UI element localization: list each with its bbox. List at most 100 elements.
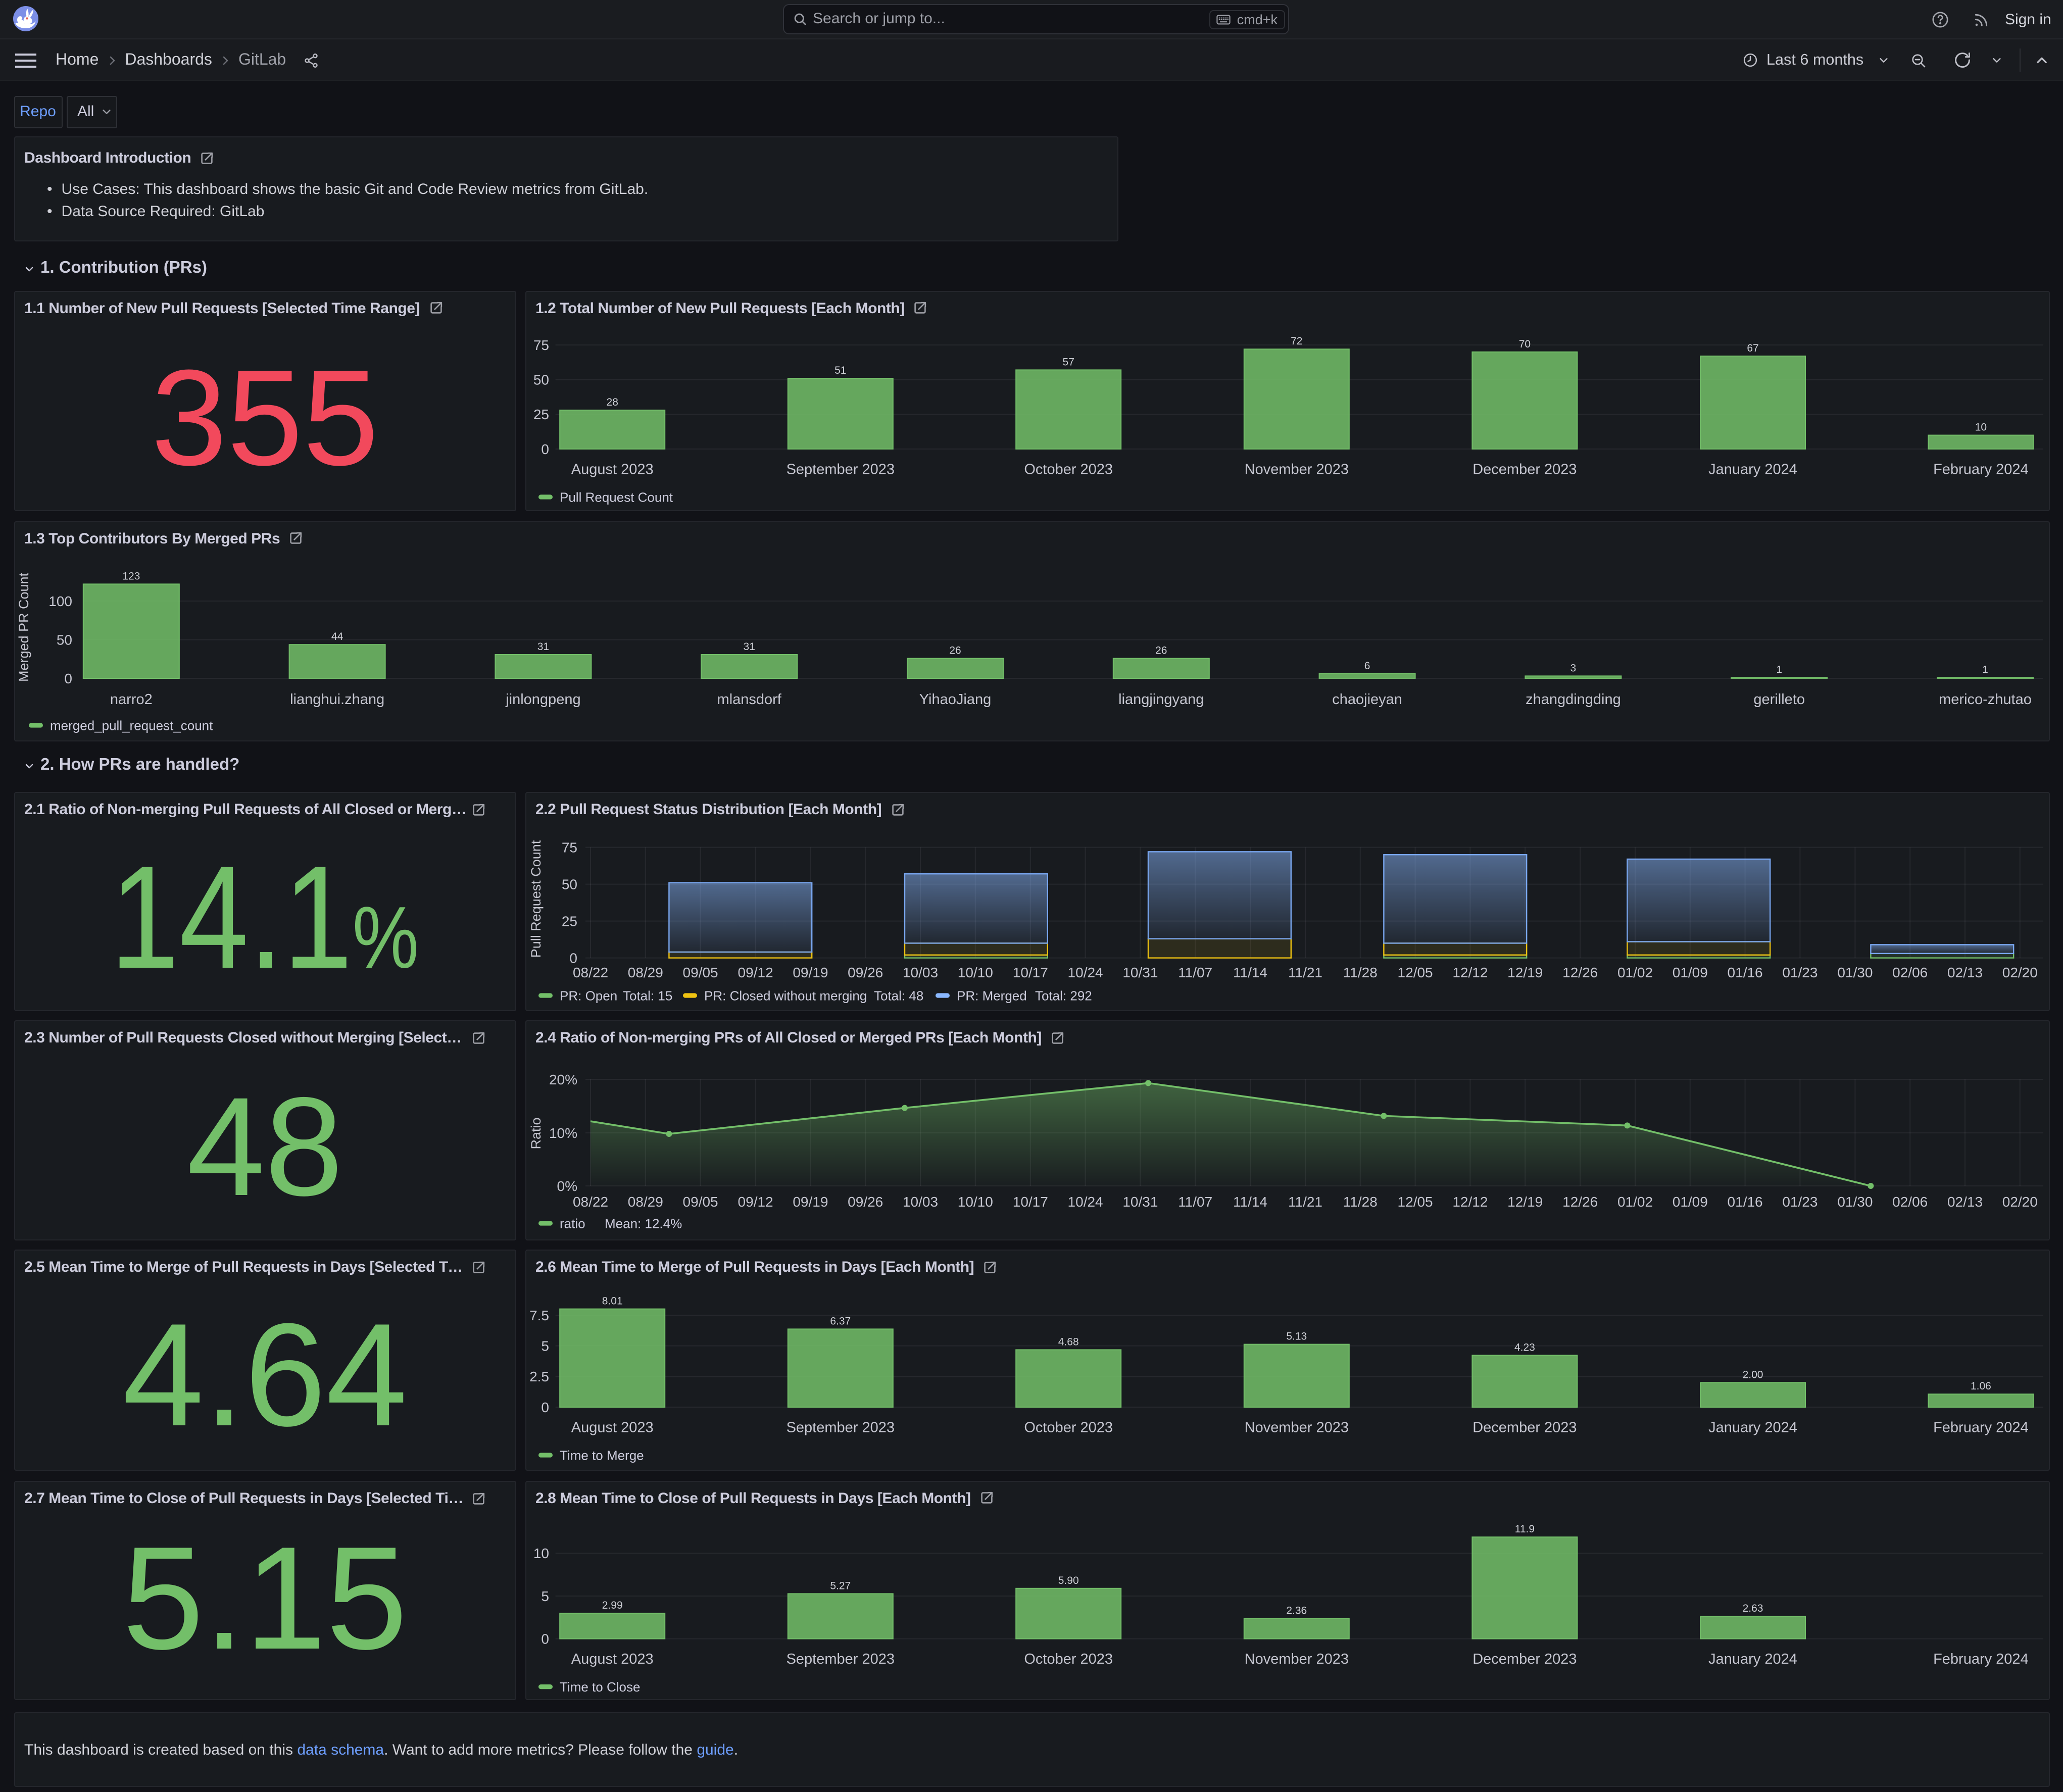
svg-text:09/19: 09/19 <box>792 1194 827 1210</box>
svg-text:10/24: 10/24 <box>1067 1194 1103 1210</box>
svg-text:September 2023: September 2023 <box>786 1651 894 1667</box>
svg-text:02/06: 02/06 <box>1892 965 1927 980</box>
svg-text:PR: Closed without merging: PR: Closed without merging <box>704 988 866 1003</box>
svg-text:Pull Request Count: Pull Request Count <box>528 840 543 958</box>
svg-text:5.13: 5.13 <box>1286 1331 1306 1342</box>
svg-text:lianghui.zhang: lianghui.zhang <box>289 691 384 707</box>
svg-text:February 2024: February 2024 <box>1933 1651 2028 1667</box>
svg-text:10/10: 10/10 <box>957 1194 993 1210</box>
svg-text:5.27: 5.27 <box>829 1579 850 1591</box>
svg-text:2.99: 2.99 <box>602 1599 622 1611</box>
svg-text:January 2024: January 2024 <box>1708 1651 1797 1667</box>
svg-text:09/12: 09/12 <box>738 965 773 980</box>
svg-text:10: 10 <box>1975 421 1986 433</box>
svg-text:February 2024: February 2024 <box>1933 461 2028 477</box>
svg-text:01/23: 01/23 <box>1782 1194 1817 1210</box>
svg-text:August 2023: August 2023 <box>571 1420 653 1436</box>
svg-text:12/26: 12/26 <box>1562 1194 1597 1210</box>
svg-text:11.9: 11.9 <box>1514 1523 1534 1534</box>
svg-text:0: 0 <box>569 950 577 966</box>
svg-text:01/09: 01/09 <box>1672 1194 1707 1210</box>
svg-text:20%: 20% <box>549 1072 577 1087</box>
svg-text:January 2024: January 2024 <box>1708 1420 1797 1436</box>
svg-text:02/13: 02/13 <box>1947 965 1982 980</box>
svg-text:12/19: 12/19 <box>1507 1194 1542 1210</box>
svg-text:August 2023: August 2023 <box>571 1651 653 1667</box>
svg-text:25: 25 <box>561 913 577 929</box>
svg-text:31: 31 <box>743 640 755 652</box>
svg-text:8.01: 8.01 <box>602 1296 622 1307</box>
svg-text:0: 0 <box>541 441 549 457</box>
svg-text:11/28: 11/28 <box>1343 1194 1377 1210</box>
svg-text:zhangdingding: zhangdingding <box>1525 691 1620 707</box>
svg-text:5.90: 5.90 <box>1058 1574 1078 1586</box>
svg-text:mlansdorf: mlansdorf <box>717 691 781 707</box>
svg-text:0%: 0% <box>557 1178 577 1194</box>
svg-text:2.36: 2.36 <box>1286 1605 1306 1616</box>
svg-text:chaojieyan: chaojieyan <box>1332 691 1402 707</box>
svg-text:February 2024: February 2024 <box>1933 1420 2028 1436</box>
svg-text:02/06: 02/06 <box>1892 1194 1927 1210</box>
svg-text:merico-zhutao: merico-zhutao <box>1938 691 2031 707</box>
svg-text:10/17: 10/17 <box>1012 1194 1048 1210</box>
svg-text:November 2023: November 2023 <box>1244 1651 1348 1667</box>
svg-text:gerilleto: gerilleto <box>1753 691 1804 707</box>
svg-text:01/23: 01/23 <box>1782 965 1817 980</box>
svg-text:12/05: 12/05 <box>1397 965 1433 980</box>
svg-text:Total: 292: Total: 292 <box>1035 988 1092 1003</box>
svg-text:44: 44 <box>331 630 343 642</box>
svg-text:09/05: 09/05 <box>682 965 718 980</box>
svg-text:09/05: 09/05 <box>682 1194 718 1210</box>
svg-text:67: 67 <box>1746 342 1758 354</box>
svg-text:Merged PR Count: Merged PR Count <box>16 572 31 681</box>
svg-text:jinlongpeng: jinlongpeng <box>505 691 580 707</box>
svg-text:123: 123 <box>122 570 139 581</box>
svg-text:5: 5 <box>541 1338 549 1354</box>
svg-text:7.5: 7.5 <box>529 1308 549 1323</box>
svg-text:57: 57 <box>1062 356 1074 367</box>
svg-text:12/19: 12/19 <box>1507 965 1542 980</box>
svg-text:6: 6 <box>1364 660 1370 671</box>
svg-text:75: 75 <box>561 839 577 855</box>
svg-text:November 2023: November 2023 <box>1244 461 1348 477</box>
svg-text:10%: 10% <box>549 1125 577 1141</box>
svg-text:YihaoJiang: YihaoJiang <box>919 691 991 707</box>
svg-text:August 2023: August 2023 <box>571 461 653 477</box>
svg-text:70: 70 <box>1518 338 1530 350</box>
svg-text:11/07: 11/07 <box>1177 1194 1212 1210</box>
svg-text:09/19: 09/19 <box>792 965 827 980</box>
svg-text:PR: Merged: PR: Merged <box>956 988 1026 1003</box>
svg-text:January 2024: January 2024 <box>1708 461 1797 477</box>
svg-text:2.5: 2.5 <box>529 1369 549 1384</box>
svg-text:26: 26 <box>949 644 960 656</box>
svg-text:2.00: 2.00 <box>1742 1369 1763 1380</box>
svg-text:10/03: 10/03 <box>902 1194 938 1210</box>
svg-text:December 2023: December 2023 <box>1472 1420 1576 1436</box>
svg-text:11/28: 11/28 <box>1343 965 1377 980</box>
svg-text:2.63: 2.63 <box>1742 1602 1763 1614</box>
svg-text:08/22: 08/22 <box>572 965 608 980</box>
svg-text:01/16: 01/16 <box>1727 965 1762 980</box>
svg-text:12/12: 12/12 <box>1452 965 1487 980</box>
svg-text:Ratio: Ratio <box>528 1117 543 1149</box>
svg-text:Total: 15: Total: 15 <box>622 988 672 1003</box>
svg-text:01/30: 01/30 <box>1837 1194 1872 1210</box>
svg-text:merged_pull_request_count: merged_pull_request_count <box>50 717 213 732</box>
svg-text:Pull Request Count: Pull Request Count <box>559 489 673 504</box>
svg-text:10/17: 10/17 <box>1012 965 1048 980</box>
svg-text:01/02: 01/02 <box>1617 965 1652 980</box>
svg-text:December 2023: December 2023 <box>1472 1651 1576 1667</box>
svg-text:50: 50 <box>533 371 549 387</box>
svg-text:11/14: 11/14 <box>1233 965 1267 980</box>
svg-text:100: 100 <box>48 593 72 609</box>
svg-text:10/03: 10/03 <box>902 965 938 980</box>
svg-text:11/21: 11/21 <box>1288 1194 1322 1210</box>
svg-text:11/21: 11/21 <box>1288 965 1322 980</box>
svg-text:51: 51 <box>834 364 846 376</box>
svg-text:October 2023: October 2023 <box>1023 1420 1112 1436</box>
svg-text:08/22: 08/22 <box>572 1194 608 1210</box>
svg-text:Time to Merge: Time to Merge <box>559 1448 644 1463</box>
svg-text:liangjingyang: liangjingyang <box>1118 691 1203 707</box>
svg-text:12/12: 12/12 <box>1452 1194 1487 1210</box>
svg-text:1.06: 1.06 <box>1970 1380 1991 1392</box>
